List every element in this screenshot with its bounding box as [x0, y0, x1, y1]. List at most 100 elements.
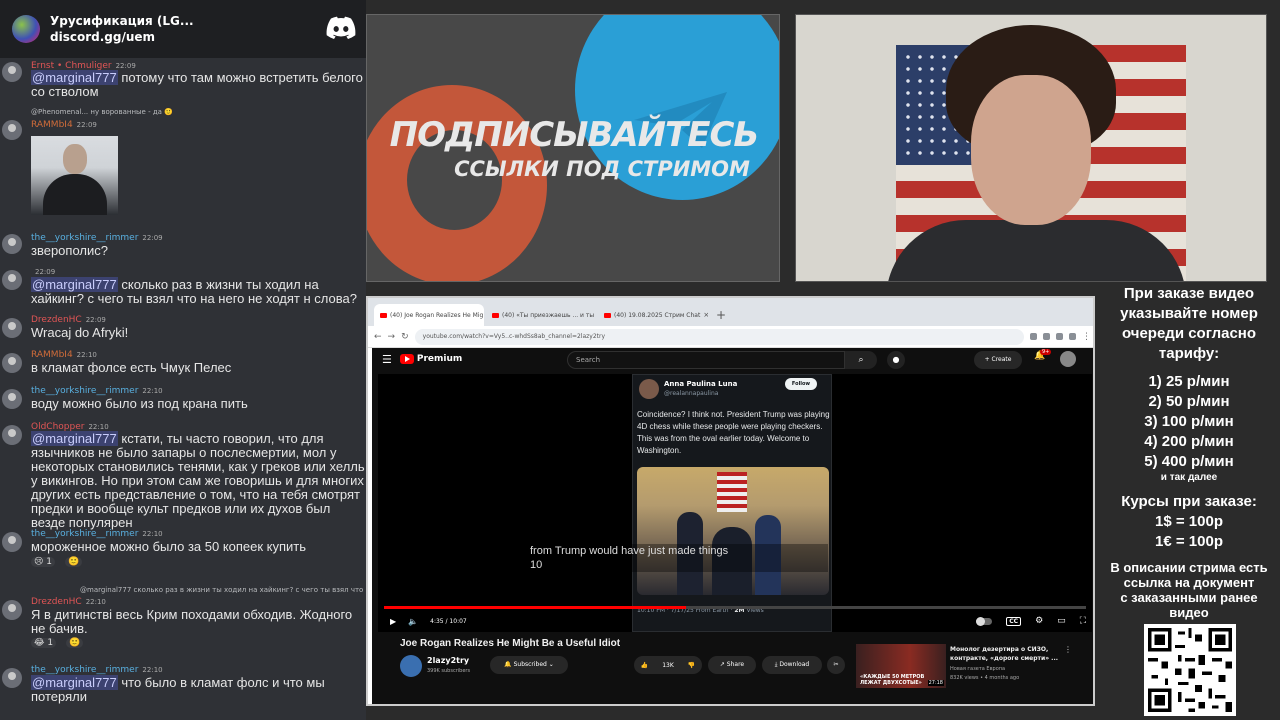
fullscreen-icon[interactable]: ⛶	[1080, 616, 1086, 626]
user-avatar	[2, 120, 22, 140]
subscribe-banner: ПОДПИСЫВАЙТЕСЬ ССЫЛКИ ПОД СТРИМОМ	[366, 14, 780, 282]
more-options-icon[interactable]: ⋮	[1064, 645, 1072, 654]
user-avatar	[2, 318, 22, 338]
tweet-text: Coincidence? I think not. President Trum…	[637, 410, 830, 455]
like-button[interactable]: 👍 13K 👎	[634, 656, 702, 674]
streamer-face	[971, 75, 1091, 225]
user-avatar	[2, 389, 22, 409]
channel-name[interactable]: 2lazy2try	[427, 656, 469, 665]
browser-tab[interactable]: (40) Joe Rogan Realizes He Mig×	[374, 304, 484, 326]
url-field[interactable]: youtube.com/watch?v=Vy5..c-whdSs8ab_chan…	[414, 328, 1024, 345]
message-text: @marginal777 сколько раз в жизни ты ходи…	[31, 277, 357, 306]
username: DrezdenHC 22:10	[31, 597, 106, 607]
time-display: 4:35 / 10:07	[430, 617, 467, 625]
tweet-avatar	[639, 379, 659, 399]
tariff-list: 1) 25 р/мин 2) 50 р/мин 3) 100 р/мин 4) …	[1144, 373, 1234, 483]
subscribed-button[interactable]: 🔔 Subscribed ⌄	[490, 656, 568, 674]
reaction-add[interactable]: 🙂	[66, 638, 84, 648]
tweet-photo	[637, 467, 829, 595]
reaction[interactable]: 😂 1	[31, 638, 57, 648]
account-avatar[interactable]	[1060, 351, 1076, 367]
progress-fill	[384, 606, 686, 609]
user-avatar	[2, 425, 22, 445]
youtube-logo[interactable]: Premium	[399, 354, 462, 364]
youtube-favicon-icon	[492, 312, 499, 318]
reaction-add[interactable]: 🙂	[64, 557, 83, 567]
extension-icon[interactable]	[1043, 333, 1050, 340]
play-icon[interactable]: ▶	[390, 617, 396, 626]
video-duration: 27:18	[927, 680, 944, 686]
message-text: @marginal777 потому что там можно встрет…	[31, 70, 363, 99]
download-button[interactable]: ⤓ Download	[762, 656, 822, 674]
youtube-favicon-icon	[380, 312, 387, 318]
reactions: 😢 1 🙂	[31, 557, 83, 567]
menu-icon[interactable]: ⋮	[1082, 332, 1091, 342]
recommended-meta: 832K views • 4 months ago	[950, 675, 1020, 681]
user-avatar	[2, 234, 22, 254]
server-title: Урусификация (LG...	[50, 14, 194, 28]
username: the__yorkshire__rimmer 22:09	[31, 233, 163, 243]
description-note: В описании стрима есть ссылка на докумен…	[1110, 560, 1268, 620]
reactions: 😂 1 🙂	[31, 638, 84, 648]
message-text: мороженное можно было за 50 копеек купит…	[31, 539, 307, 554]
microphone-icon[interactable]: ●	[887, 351, 905, 369]
captions-icon[interactable]: CC	[1006, 616, 1022, 626]
volume-icon[interactable]: 🔈	[408, 617, 418, 626]
stream-layout: Урусификация (LG... discord.gg/uem Ernst…	[0, 0, 1280, 720]
username: the__yorkshire__rimmer 22:10	[31, 529, 163, 539]
user-avatar	[2, 270, 22, 290]
user-avatar	[2, 62, 22, 82]
tweet-handle: @realannapaulina	[664, 390, 719, 397]
autoplay-toggle[interactable]	[976, 616, 993, 626]
address-bar: ← → ↻ youtube.com/watch?v=Vy5..c-whdSs8a…	[368, 326, 1093, 348]
theater-mode-icon[interactable]: ▭	[1057, 616, 1066, 626]
close-tab-icon[interactable]: ×	[703, 311, 708, 319]
streamer-body	[886, 220, 1186, 281]
search-icon[interactable]: ⌕	[845, 351, 877, 369]
new-tab-button[interactable]: +	[710, 308, 732, 326]
attached-photo[interactable]	[31, 136, 118, 215]
search-input[interactable]: Search	[567, 351, 845, 369]
reply-preview[interactable]: @marginal777 сколько раз в жизни ты ходи…	[80, 586, 366, 594]
reaction[interactable]: 😢 1	[31, 557, 55, 567]
order-instructions: При заказе видео указывайте номер очеред…	[1120, 285, 1258, 362]
back-icon[interactable]: ←	[374, 332, 382, 342]
order-info-panel: При заказе видео указывайте номер очеред…	[1098, 282, 1280, 720]
recommended-title[interactable]: Монолог дезертира о СИЗО, контракте, «до…	[950, 645, 1060, 663]
video-player[interactable]: Anna Paulina Luna @realannapaulina Follo…	[378, 374, 1092, 632]
server-icon	[12, 15, 40, 43]
browser-tab[interactable]: (40) «Ты приезжаешь ... и ты×	[486, 304, 596, 326]
share-button[interactable]: ↗ Share	[708, 656, 756, 674]
thumbs-down-icon[interactable]: 👎	[688, 662, 695, 669]
forward-icon[interactable]: →	[388, 332, 396, 342]
webcam-feed	[795, 14, 1267, 282]
extension-icon[interactable]	[1056, 333, 1063, 340]
subscriber-count: 399K subscribers	[427, 668, 471, 674]
settings-gear-icon[interactable]: ⚙	[1035, 616, 1043, 626]
user-mention[interactable]: @marginal777	[31, 70, 118, 85]
discord-chat-panel: Урусификация (LG... discord.gg/uem Ernst…	[0, 0, 366, 720]
username: DrezdenHC 22:09	[31, 315, 106, 325]
reload-icon[interactable]: ↻	[401, 332, 409, 342]
create-button[interactable]: + Create	[974, 351, 1022, 369]
user-mention[interactable]: @marginal777	[31, 431, 118, 446]
extension-icon[interactable]	[1030, 333, 1037, 340]
message-text: Я в дитинстві весь Крим походами обходив…	[31, 607, 353, 636]
recommended-thumbnail[interactable]: «КАЖДЫЕ 50 МЕТРОВ ЛЕЖАТ ДВУХСОТЫЕ» 27:18	[856, 644, 946, 688]
notification-count: 9+	[1040, 349, 1052, 355]
progress-bar[interactable]	[384, 606, 1086, 609]
player-controls: ▶ 🔈 4:35 / 10:07 CC ⚙ ▭ ⛶	[384, 612, 1092, 630]
follow-button: Follow	[785, 378, 817, 390]
more-actions-button[interactable]: ✂	[827, 656, 845, 674]
hamburger-menu-icon[interactable]: ☰	[382, 353, 392, 366]
browser-tab[interactable]: (40) 19.08.2025 Стрим Chat×	[598, 304, 708, 326]
user-mention[interactable]: @marginal777	[31, 277, 118, 292]
message-text: зверополис?	[31, 243, 108, 258]
reply-preview[interactable]: @Phenomenal... ну ворованные - да 🙂	[31, 108, 173, 116]
profile-icon[interactable]	[1069, 333, 1076, 340]
browser-window: (40) Joe Rogan Realizes He Mig× (40) «Ты…	[366, 296, 1095, 706]
notifications-bell-icon[interactable]: 🔔 9+	[1034, 349, 1052, 361]
channel-avatar[interactable]	[400, 655, 422, 677]
user-mention[interactable]: @marginal777	[31, 675, 118, 690]
recommended-channel[interactable]: Новая газета Европа	[950, 666, 1005, 672]
